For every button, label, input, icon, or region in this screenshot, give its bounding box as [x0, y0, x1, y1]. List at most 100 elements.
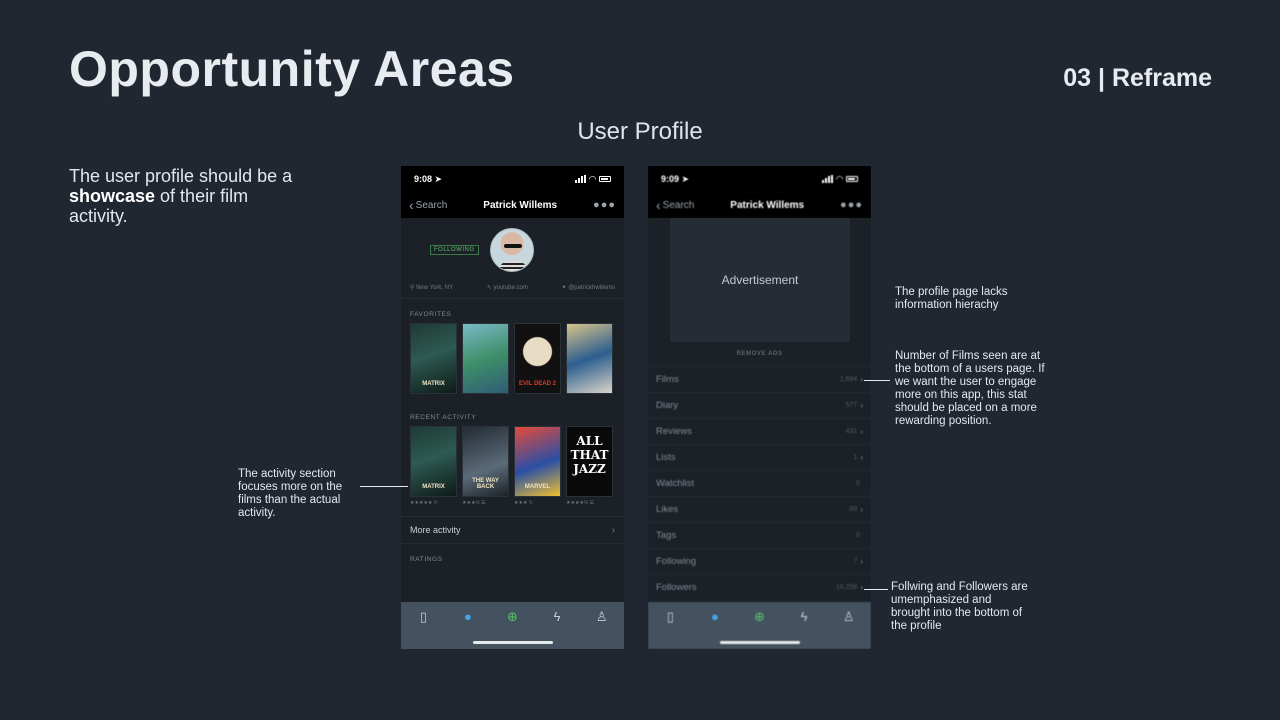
stat-value: 7 ›: [853, 557, 863, 566]
stat-row-likes[interactable]: Likes 89 ›: [648, 496, 871, 522]
tab-bar: ▯ ● ⊕ ϟ ♙: [648, 602, 871, 649]
slide-subtitle: User Profile: [577, 118, 703, 145]
note-hierarchy: The profile page lacks information hiera…: [895, 286, 1008, 311]
stat-value: 0: [856, 532, 860, 539]
recent-ratings: ★★★★★ ↻ ★★★½ ☰ ★★★ ↻ ★★★★½ ☰: [401, 497, 624, 506]
twitter-icon: ✦: [561, 285, 567, 291]
profile-stats-content: Advertisement REMOVE ADS Films 1,694 › Diar…: [648, 218, 871, 602]
rating-text: ★★★ ↻: [514, 500, 534, 506]
stat-row-followers[interactable]: Followers 16,256 ›: [648, 574, 871, 600]
signal-icon: [822, 175, 834, 183]
battery-icon: [599, 176, 611, 182]
wifi-icon: ◠: [589, 173, 596, 184]
avatar: [490, 228, 534, 272]
advertisement-banner[interactable]: Advertisement: [670, 218, 850, 342]
home-indicator: [720, 641, 800, 644]
stat-label: Likes: [656, 504, 679, 515]
ellipsis-icon[interactable]: ●●●: [593, 199, 616, 211]
stat-row-following[interactable]: Following 7 ›: [648, 548, 871, 574]
stat-value: 0: [856, 480, 860, 487]
intro-emphasis: showcase: [69, 186, 156, 206]
chevron-right-icon: ›: [860, 427, 863, 436]
location-link[interactable]: ⚲ New York, NY: [410, 284, 453, 291]
favorites-label: FAVORITES: [410, 311, 452, 318]
stat-label: Watchlist: [656, 478, 695, 489]
profile-links: ⚲ New York, NY ↖ youtube.com ✦ @patrickh…: [410, 284, 615, 291]
website-link[interactable]: ↖ youtube.com: [487, 284, 528, 291]
more-activity-label: More activity: [410, 525, 461, 535]
following-badge[interactable]: FOLLOWING: [430, 245, 479, 255]
poster-the-way-back[interactable]: THE WAY BACK: [462, 426, 509, 497]
stat-label: Tags: [656, 530, 677, 541]
chevron-right-icon: ›: [860, 583, 863, 592]
twitter-link[interactable]: ✦ @patrickhwillems: [562, 284, 615, 291]
recent-activity-row: MATRIX THE WAY BACK MARVEL ALL THAT JAZZ: [401, 426, 624, 497]
profile-header: FOLLOWING ⚲ New York, NY ↖ youtube.com ✦…: [401, 218, 624, 298]
chevron-right-icon: ›: [611, 524, 615, 536]
note-films: Number of Films seen are at the bottom o…: [895, 350, 1045, 427]
remove-ads-link[interactable]: REMOVE ADS: [648, 351, 871, 357]
stat-row-diary[interactable]: Diary 577 ›: [648, 392, 871, 418]
stat-value: 89 ›: [849, 505, 863, 514]
stat-value: 1,694 ›: [839, 375, 863, 384]
section-label: 03 | Reframe: [1063, 64, 1212, 92]
poster-matrix[interactable]: MATRIX: [410, 323, 457, 394]
rating-text: ★★★★★ ↻: [410, 500, 438, 506]
status-time: 9:08 ➤: [414, 173, 443, 184]
stat-label: Films: [656, 374, 679, 385]
recent-activity-label: RECENT ACTIVITY: [410, 414, 477, 421]
chevron-right-icon: ›: [860, 505, 863, 514]
poster-all-that-jazz[interactable]: ALL THAT JAZZ: [566, 426, 613, 497]
poster-captain-marvel[interactable]: MARVEL: [514, 426, 561, 497]
profile-icon[interactable]: ♙: [592, 609, 612, 649]
battery-icon: [846, 176, 858, 182]
chevron-right-icon: ›: [860, 557, 863, 566]
stat-row-films[interactable]: Films 1,694 ›: [648, 366, 871, 392]
stat-label: Diary: [656, 400, 679, 411]
poster-matrix-recent[interactable]: MATRIX: [410, 426, 457, 497]
slide-title: Opportunity Areas: [69, 41, 515, 97]
wifi-icon: ◠: [836, 173, 843, 184]
callout-line: [864, 380, 890, 381]
stat-row-lists[interactable]: Lists 1 ›: [648, 444, 871, 470]
stat-label: Followers: [656, 582, 697, 593]
profile-content: FOLLOWING ⚲ New York, NY ↖ youtube.com ✦…: [401, 218, 624, 602]
tab-bar: ▯ ● ⊕ ϟ ♙: [401, 602, 624, 649]
nav-bar: ‹ Search Patrick Willems ●●●: [401, 192, 624, 218]
stat-value: 16,256 ›: [835, 583, 863, 592]
back-button[interactable]: ‹ Search: [656, 197, 694, 213]
poster-kikis[interactable]: [462, 323, 509, 394]
poster-rushmore[interactable]: [566, 323, 613, 394]
ellipsis-icon[interactable]: ●●●: [840, 199, 863, 211]
more-activity-row[interactable]: More activity ›: [401, 516, 624, 544]
stat-label: Reviews: [656, 426, 692, 437]
callout-line: [864, 589, 888, 590]
pin-icon: ⚲: [410, 285, 415, 291]
stat-label: Lists: [656, 452, 676, 463]
chevron-left-icon: ‹: [409, 197, 414, 213]
nav-title: Patrick Willems: [730, 199, 805, 211]
rating-text: ★★★★½ ☰: [566, 500, 594, 506]
stat-row-reviews[interactable]: Reviews 431 ›: [648, 418, 871, 444]
favorites-row: MATRIX EVIL DEAD 2: [401, 323, 624, 394]
stat-value: 1 ›: [853, 453, 863, 462]
profile-icon[interactable]: ♙: [839, 609, 859, 649]
link-icon: ↖: [486, 285, 492, 291]
note-followers: Follwing and Followers are umemphasized …: [891, 581, 1028, 632]
chevron-left-icon: ‹: [656, 197, 661, 213]
status-bar: 9:08 ➤ ◠: [401, 166, 624, 192]
stat-value: 577 ›: [845, 401, 863, 410]
stat-row-tags[interactable]: Tags 0: [648, 522, 871, 548]
poster-evil-dead-2[interactable]: EVIL DEAD 2: [514, 323, 561, 394]
stats-list: Films 1,694 › Diary 577 › Reviews 431 › Lists 1 › Wa…: [648, 366, 871, 600]
rating-text: ★★★½ ☰: [462, 500, 486, 506]
ratings-label: RATINGS: [410, 556, 443, 563]
stat-label: Following: [656, 556, 697, 567]
diary-icon[interactable]: ▯: [413, 609, 433, 649]
back-button[interactable]: ‹ Search: [409, 197, 447, 213]
diary-icon[interactable]: ▯: [660, 609, 680, 649]
phone-screenshot-stats: 9:09 ➤ ◠ ‹ Search Patrick Willems ●●● Adv…: [648, 166, 871, 649]
nav-bar: ‹ Search Patrick Willems ●●●: [648, 192, 871, 218]
stat-row-watchlist[interactable]: Watchlist 0: [648, 470, 871, 496]
chevron-right-icon: ›: [860, 401, 863, 410]
